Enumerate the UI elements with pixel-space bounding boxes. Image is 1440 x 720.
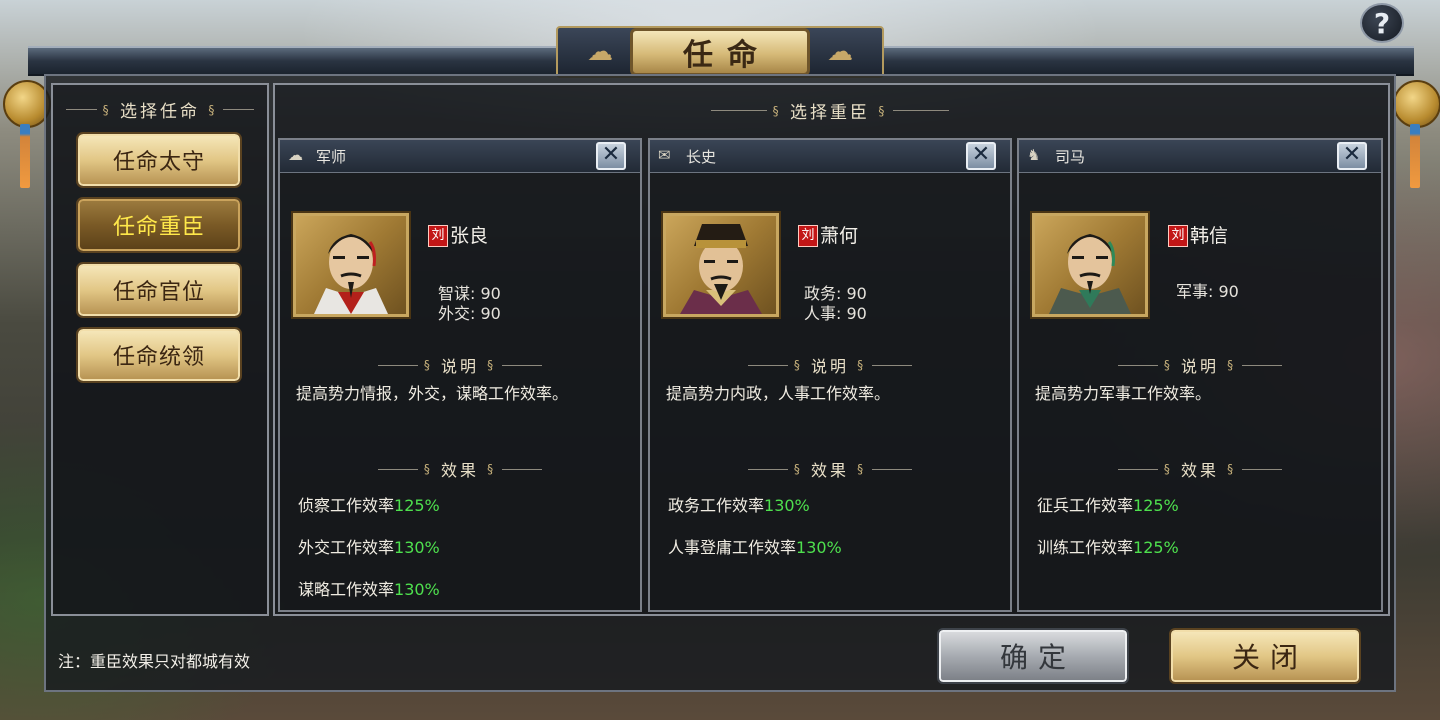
role-description: 提高势力军事工作效率。 [1035, 384, 1212, 403]
horse-icon: ♞ [1027, 146, 1041, 164]
remove-minister-button[interactable]: ✕ [596, 142, 626, 170]
hero-portrait[interactable] [1030, 211, 1150, 319]
remove-minister-button[interactable]: ✕ [1337, 142, 1367, 170]
tassel-ornament [1410, 124, 1420, 188]
faction-badge: 刘 [428, 225, 448, 247]
menu-appoint-governor[interactable]: 任命太守 [76, 132, 242, 188]
card-role: 军师 [316, 148, 347, 166]
appointment-type-heading: § 选择任命 § [60, 97, 260, 122]
minister-select-heading: § 选择重臣 § [680, 98, 980, 123]
hero-stat: 人事: 90 [804, 304, 867, 323]
hero-portrait[interactable] [661, 211, 781, 319]
description-heading: § 说明 § [650, 353, 1010, 377]
description-heading: § 说明 § [280, 353, 640, 377]
effect-heading: § 效果 § [280, 457, 640, 481]
close-button[interactable]: 关闭 [1169, 628, 1361, 684]
remove-minister-button[interactable]: ✕ [966, 142, 996, 170]
cloud-ornament-icon: ☁ [587, 37, 613, 67]
faction-badge: 刘 [1168, 225, 1188, 247]
faction-badge: 刘 [798, 225, 818, 247]
effect-item: 训练工作效率125% [1037, 538, 1179, 557]
cloud-ornament-icon: ☁ [827, 37, 853, 67]
hero-name: 萧何 [820, 225, 859, 247]
minister-card-marshal[interactable]: ♞ 司马 ✕ 刘 韩信 军事: 90 § 说明 § 提高势力军事工作效率。 § … [1017, 138, 1383, 612]
hero-portrait[interactable] [291, 211, 411, 319]
effect-heading: § 效果 § [650, 457, 1010, 481]
minister-card-advisor[interactable]: ☁ 军师 ✕ 刘 张良 智谋: 90 外交: 90 § 说明 § 提高势力情报，… [278, 138, 642, 612]
hero-name: 张良 [450, 225, 489, 247]
role-description: 提高势力内政，人事工作效率。 [666, 384, 891, 403]
effect-item: 外交工作效率130% [298, 538, 440, 557]
scroll-icon: ✉ [658, 146, 671, 164]
description-heading: § 说明 § [1019, 353, 1381, 377]
menu-appoint-minister[interactable]: 任命重臣 [76, 197, 242, 253]
effect-item: 征兵工作效率125% [1037, 496, 1179, 515]
role-description: 提高势力情报，外交，谋略工作效率。 [296, 384, 569, 403]
card-role: 长史 [686, 148, 717, 166]
card-header: ☁ 军师 ✕ [280, 140, 640, 173]
effect-item: 侦察工作效率125% [298, 496, 440, 515]
card-header: ♞ 司马 ✕ [1019, 140, 1381, 173]
effect-item: 人事登庸工作效率130% [668, 538, 842, 557]
hero-stat: 军事: 90 [1176, 282, 1239, 301]
window-title: 任命 [630, 28, 810, 76]
help-button[interactable]: ? [1360, 3, 1404, 43]
effect-item: 政务工作效率130% [668, 496, 810, 515]
minister-card-chief-clerk[interactable]: ✉ 长史 ✕ 刘 萧何 政务: 90 人事: 90 § 说明 § 提高势力内政，… [648, 138, 1012, 612]
sheep-icon: ☁ [288, 146, 303, 164]
coin-ornament-icon [1393, 80, 1440, 128]
hero-stat: 外交: 90 [438, 304, 501, 323]
effect-item: 谋略工作效率130% [298, 580, 440, 599]
footer-note: 注：重臣效果只对都城有效 [58, 652, 251, 671]
confirm-button[interactable]: 确定 [937, 628, 1129, 684]
menu-appoint-rank[interactable]: 任命官位 [76, 262, 242, 318]
tassel-ornament [20, 124, 30, 188]
effect-heading: § 效果 § [1019, 457, 1381, 481]
card-role: 司马 [1055, 148, 1086, 166]
hero-name: 韩信 [1190, 225, 1229, 247]
menu-appoint-commander[interactable]: 任命统领 [76, 327, 242, 383]
card-header: ✉ 长史 ✕ [650, 140, 1010, 173]
